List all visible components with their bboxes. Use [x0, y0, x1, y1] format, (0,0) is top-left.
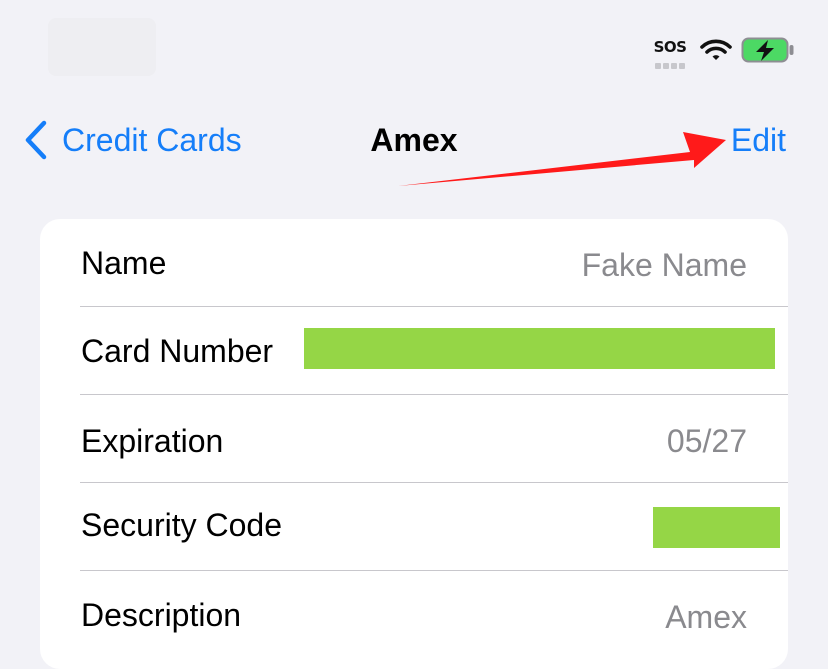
- row-label: Description: [81, 597, 242, 633]
- row-label: Name: [81, 245, 167, 281]
- row-security-code[interactable]: Security Code: [40, 483, 788, 571]
- time-placeholder: [48, 18, 156, 76]
- row-value: 05/27: [666, 423, 747, 459]
- row-expiration[interactable]: Expiration 05/27: [40, 395, 788, 483]
- card-details: Name Fake Name Card Number Expiration 05…: [40, 219, 788, 669]
- row-label: Card Number: [81, 333, 274, 369]
- page-title: Amex: [370, 122, 458, 158]
- edit-button[interactable]: Edit: [731, 122, 786, 159]
- sos-indicator: SOS: [653, 38, 687, 56]
- navigation-bar: Credit Cards Amex Edit: [0, 100, 828, 180]
- row-label: Expiration: [81, 423, 224, 459]
- row-name[interactable]: Name Fake Name: [40, 219, 788, 307]
- row-description[interactable]: Description Amex: [40, 571, 788, 659]
- redaction-box: [653, 507, 780, 548]
- row-value: Amex: [665, 599, 747, 635]
- status-bar: SOS: [0, 0, 828, 90]
- wifi-icon: [700, 39, 732, 60]
- row-card-number[interactable]: Card Number: [40, 307, 788, 395]
- redaction-box: [304, 328, 775, 369]
- row-value: Fake Name: [581, 247, 747, 283]
- signal-dots: [655, 56, 689, 69]
- battery-charging-icon: [741, 37, 794, 63]
- row-label: Security Code: [81, 507, 282, 543]
